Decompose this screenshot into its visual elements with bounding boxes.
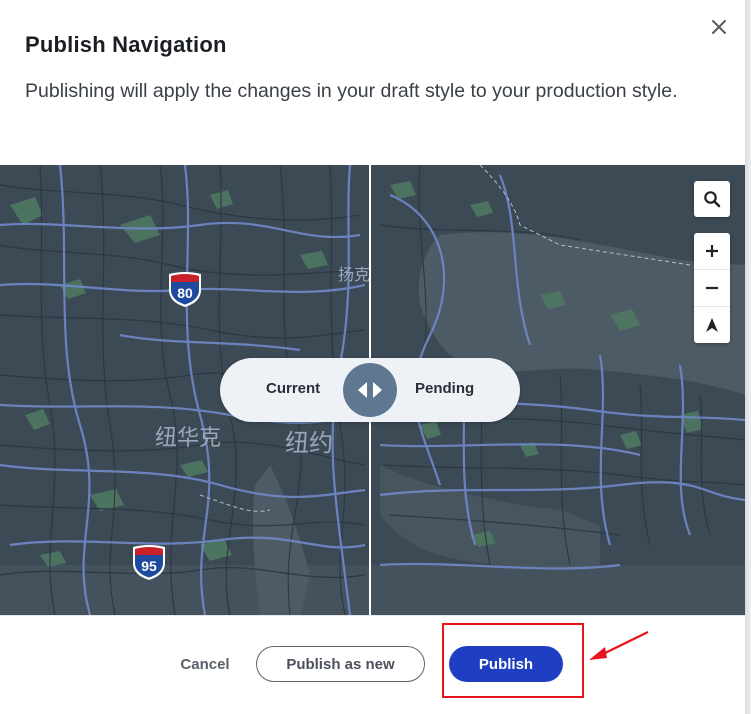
current-label: Current [266, 380, 321, 397]
interstate-95-shield: 95 [130, 545, 168, 581]
compass-icon [706, 318, 718, 332]
compare-slider: Current Pending [220, 358, 520, 422]
minus-icon [706, 286, 718, 290]
dialog-title: Publish Navigation [25, 32, 227, 57]
annotation-highlight-box [442, 623, 584, 698]
publish-dialog: Publish Navigation Publishing will apply… [0, 0, 745, 714]
dialog-description: Publishing will apply the changes in you… [25, 80, 678, 102]
pending-label: Pending [415, 380, 475, 397]
interstate-80-shield: 80 [166, 272, 204, 308]
footer-divider [0, 615, 745, 616]
annotation-arrow-icon [589, 631, 649, 660]
search-icon [704, 191, 721, 208]
reset-bearing-button[interactable] [694, 306, 730, 343]
cancel-button[interactable]: Cancel [172, 647, 238, 681]
map-label-newark: 纽华克 [155, 426, 222, 451]
shield-number: 95 [141, 558, 157, 574]
map-search-control [694, 181, 730, 217]
left-right-arrows-icon [358, 382, 382, 398]
map-compare-view[interactable]: 纽华克 纽约 扬克 80 95 Current Pending [0, 165, 745, 615]
zoom-out-button[interactable] [694, 269, 730, 306]
publish-as-new-button[interactable]: Publish as new [256, 646, 425, 682]
map-zoom-controls [694, 233, 730, 343]
zoom-in-button[interactable] [694, 233, 730, 269]
close-icon [712, 20, 726, 34]
map-label-newyork: 纽约 [285, 429, 333, 457]
map-label-yonkers: 扬克 [338, 265, 371, 284]
plus-icon [706, 245, 718, 257]
map-search-button[interactable] [694, 181, 730, 217]
shield-number: 80 [177, 285, 193, 301]
close-button[interactable] [706, 14, 732, 40]
window-edge [745, 0, 751, 714]
compare-handle[interactable] [343, 363, 397, 417]
